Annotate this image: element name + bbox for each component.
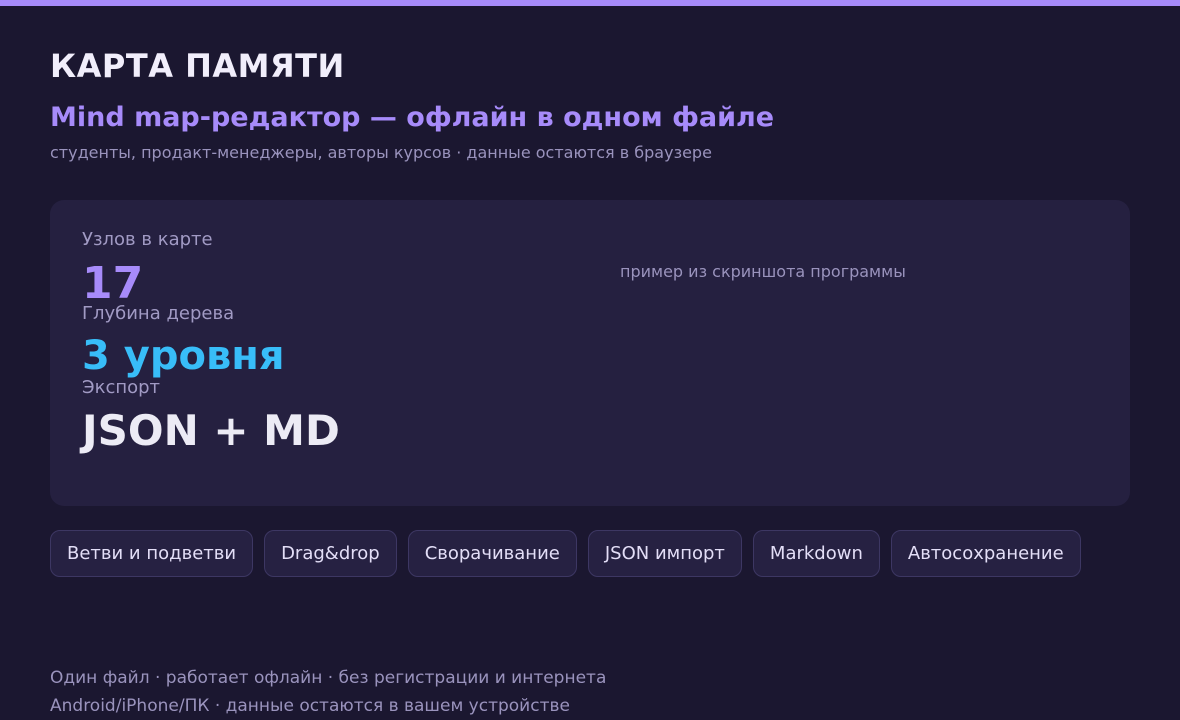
- feature-chip-markdown: Markdown: [752, 530, 880, 577]
- screenshot-caption: пример из скриншота программы: [620, 262, 906, 281]
- feature-chip-collapse: Сворачивание: [407, 530, 577, 577]
- stat-depth-label: Глубина дерева: [82, 303, 235, 324]
- stat-nodes-value: 17: [82, 258, 144, 309]
- stat-export-value: JSON + MD: [82, 406, 340, 455]
- stat-nodes-label: Узлов в карте: [82, 229, 213, 250]
- page-title: КАРТА ПАМЯТИ: [50, 47, 345, 85]
- stats-card: Узлов в карте 17 Глубина дерева 3 уровня…: [50, 200, 1130, 506]
- footer-line-2: Android/iPhone/ПК · данные остаются в ва…: [50, 696, 570, 716]
- feature-chip-dragdrop: Drag&drop: [264, 530, 397, 577]
- stat-export-label: Экспорт: [82, 377, 161, 398]
- feature-chips: Ветви и подветви Drag&drop Сворачивание …: [50, 530, 1081, 578]
- feature-chip-json-import: JSON импорт: [587, 530, 742, 577]
- feature-chip-branches: Ветви и подветви: [50, 530, 254, 577]
- stat-depth-value: 3 уровня: [82, 333, 285, 379]
- accent-top-bar: [0, 0, 1180, 6]
- footer-line-1: Один файл · работает офлайн · без регист…: [50, 668, 607, 688]
- feature-chip-autosave: Автосохранение: [890, 530, 1081, 577]
- page-subtitle: Mind map-редактор — офлайн в одном файле: [50, 102, 775, 133]
- audience-text: студенты, продакт-менеджеры, авторы курс…: [50, 143, 712, 162]
